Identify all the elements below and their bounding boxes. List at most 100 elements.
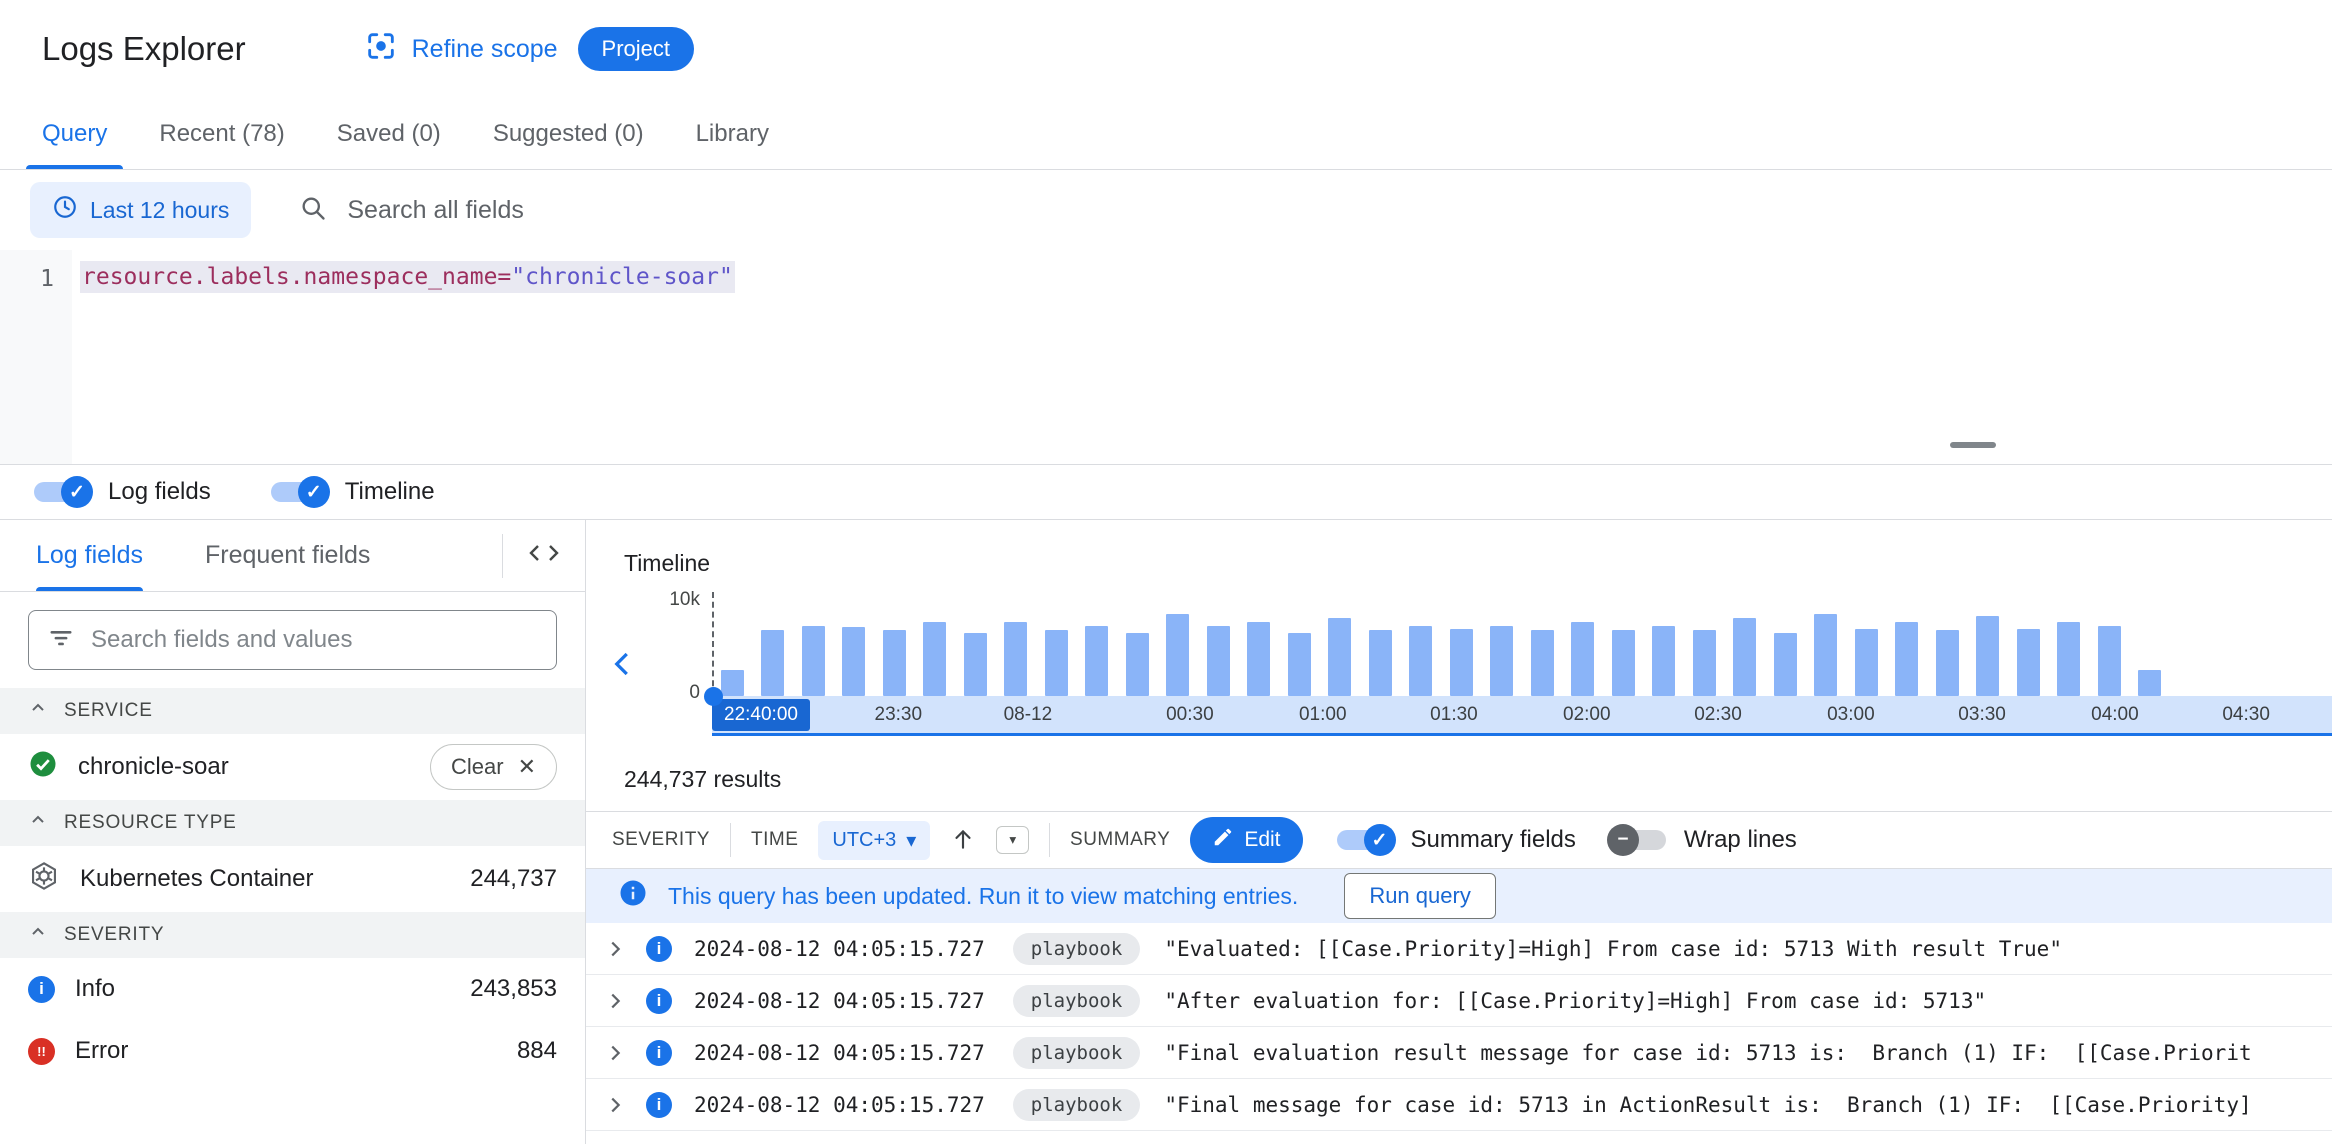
expand-row-icon[interactable] — [604, 1042, 630, 1064]
log-fields-toggle[interactable]: ✓ — [34, 476, 93, 508]
log-row[interactable]: i 2024-08-12 04:05:15.727 playbook "Afte… — [586, 975, 2332, 1027]
search-all-fields-input[interactable] — [347, 195, 948, 225]
summary-fields-toggle[interactable]: ✓ — [1336, 824, 1396, 856]
timeline-bar-slot[interactable] — [1036, 596, 1077, 696]
timeline-bar-slot[interactable] — [1765, 596, 1806, 696]
timeline-bar-slot[interactable] — [1198, 596, 1239, 696]
log-label-chip[interactable]: playbook — [1012, 932, 1141, 965]
timeline-bar-slot[interactable] — [2130, 596, 2171, 696]
section-header-resource-type[interactable]: RESOURCE TYPE — [0, 800, 585, 846]
timeline-bar-slot[interactable] — [1279, 596, 1320, 696]
timeline-bar — [1490, 626, 1514, 696]
timeline-bar-slot[interactable] — [874, 596, 915, 696]
timeline-bar — [1530, 630, 1554, 696]
time-range-button[interactable]: Last 12 hours — [30, 182, 252, 238]
timeline-bar-slot[interactable] — [1563, 596, 1604, 696]
section-header-service[interactable]: SERVICE — [0, 688, 585, 734]
fields-search-box[interactable] — [28, 610, 557, 670]
expand-row-icon[interactable] — [604, 938, 630, 960]
tab-library[interactable]: Library — [670, 98, 795, 169]
timeline-toggle[interactable]: ✓ — [270, 476, 330, 508]
timeline-bar-slot[interactable] — [1360, 596, 1401, 696]
timeline-bar-slot[interactable] — [2251, 596, 2292, 696]
severity-count: 243,853 — [470, 975, 557, 1002]
project-scope-badge[interactable]: Project — [577, 27, 695, 71]
section-header-severity[interactable]: SEVERITY — [0, 912, 585, 958]
collapse-panel-button[interactable] — [502, 533, 585, 578]
tab-log-fields[interactable]: Log fields — [36, 520, 144, 591]
timeline-bar-slot[interactable] — [1482, 596, 1523, 696]
timeline-bar-slot[interactable] — [1846, 596, 1887, 696]
timeline-plot[interactable] — [704, 592, 2332, 706]
severity-label: Error — [75, 1037, 129, 1064]
timeline-bar-slot[interactable] — [2211, 596, 2252, 696]
query-editor[interactable]: 1 resource.labels.namespace_name="chroni… — [0, 250, 2332, 465]
refine-scope-button[interactable]: Refine scope — [364, 29, 558, 70]
sort-order-button[interactable] — [950, 826, 976, 855]
timeline-bar-slot[interactable] — [834, 596, 875, 696]
list-item-severity-error[interactable]: !! Error 884 — [0, 1020, 585, 1082]
timeline-bar — [1652, 626, 1676, 696]
timezone-selector[interactable]: UTC+3 ▾ — [818, 820, 931, 860]
selection-start-dot[interactable] — [704, 687, 723, 706]
timeline-bar-slot[interactable] — [2292, 596, 2332, 696]
clear-filter-button[interactable]: Clear ✕ — [429, 744, 557, 790]
timeline-bar-slot[interactable] — [2089, 596, 2130, 696]
timeline-bar-slot[interactable] — [1806, 596, 1847, 696]
timeline-bar-slot[interactable] — [1887, 596, 1928, 696]
expand-row-icon[interactable] — [604, 1094, 630, 1116]
timeline-bar-slot[interactable] — [1117, 596, 1158, 696]
timeline-bar-slot[interactable] — [2170, 596, 2211, 696]
timeline-bar-slot[interactable] — [1401, 596, 1442, 696]
header-divider — [729, 823, 731, 857]
fields-search-input[interactable] — [91, 626, 538, 654]
query-code[interactable]: resource.labels.namespace_name="chronicl… — [72, 250, 735, 464]
edit-label: Edit — [1244, 828, 1281, 851]
timeline-x-axis[interactable]: 22:40:00 23:30 08-12 00:30 01:00 01:30 02:00 02… — [712, 696, 2332, 736]
timeline-bar-slot[interactable] — [1684, 596, 1725, 696]
timeline-bar-slot[interactable] — [753, 596, 794, 696]
tab-recent[interactable]: Recent (78) — [133, 98, 310, 169]
run-query-button[interactable]: Run query — [1344, 873, 1496, 919]
timeline-bar — [882, 630, 906, 696]
sort-options-dropdown[interactable]: ▾ — [996, 826, 1030, 854]
timeline-bar-slot[interactable] — [996, 596, 1037, 696]
timeline-scroll-left-button[interactable] — [600, 596, 646, 736]
timeline-bar-slot[interactable] — [1968, 596, 2009, 696]
timeline-bar-slot[interactable] — [1441, 596, 1482, 696]
timeline-bar-slot[interactable] — [1077, 596, 1118, 696]
tab-frequent-fields[interactable]: Frequent fields — [205, 520, 370, 591]
editor-resize-handle[interactable] — [1950, 442, 1996, 448]
log-label-chip[interactable]: playbook — [1012, 1088, 1141, 1121]
timeline-bar-slot[interactable] — [1239, 596, 1280, 696]
tab-suggested[interactable]: Suggested (0) — [467, 98, 670, 169]
list-item-kubernetes-container[interactable]: Kubernetes Container 244,737 — [0, 846, 585, 912]
edit-summary-button[interactable]: Edit — [1190, 817, 1303, 863]
expand-row-icon[interactable] — [604, 990, 630, 1012]
timeline-bar-slot[interactable] — [1320, 596, 1361, 696]
wrap-lines-toggle[interactable]: − — [1606, 824, 1666, 856]
tab-saved[interactable]: Saved (0) — [311, 98, 467, 169]
log-row[interactable]: i 2024-08-12 04:05:15.727 playbook "Eval… — [586, 923, 2332, 975]
log-row[interactable]: i 2024-08-12 04:05:15.727 playbook "Fina… — [586, 1079, 2332, 1131]
timeline-bar-slot[interactable] — [1603, 596, 1644, 696]
timeline-bar-slot[interactable] — [712, 596, 753, 696]
timeline-bar-slot[interactable] — [1522, 596, 1563, 696]
log-row[interactable]: i 2024-08-12 04:05:15.727 playbook "Fina… — [586, 1027, 2332, 1079]
timeline-bar-slot[interactable] — [915, 596, 956, 696]
log-label-chip[interactable]: playbook — [1012, 1036, 1141, 1069]
tab-query[interactable]: Query — [16, 98, 133, 169]
list-item-chronicle-soar[interactable]: chronicle-soar Clear ✕ — [0, 734, 585, 800]
log-label-chip[interactable]: playbook — [1012, 984, 1141, 1017]
timeline-bar-slot[interactable] — [1158, 596, 1199, 696]
timeline-bar-slot[interactable] — [1927, 596, 1968, 696]
timeline-bar-slot[interactable] — [1725, 596, 1766, 696]
timeline-bar-slot[interactable] — [2008, 596, 2049, 696]
timeline-bar-slot[interactable] — [2049, 596, 2090, 696]
timeline-bar-slot[interactable] — [793, 596, 834, 696]
log-fields-panel: Log fields Frequent fields SERVICE — [0, 520, 586, 1144]
timeline-bar — [1976, 616, 2000, 696]
list-item-severity-info[interactable]: i Info 243,853 — [0, 958, 585, 1020]
timeline-bar-slot[interactable] — [1644, 596, 1685, 696]
timeline-bar-slot[interactable] — [955, 596, 996, 696]
